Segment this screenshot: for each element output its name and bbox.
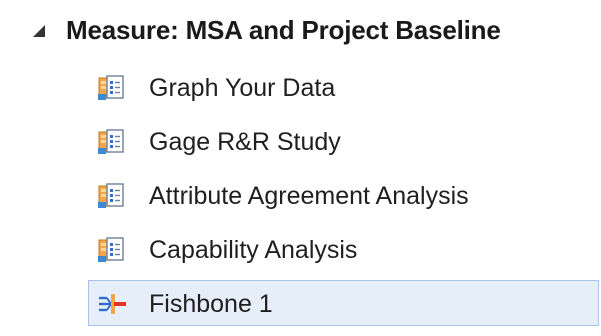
report-document-icon <box>98 237 124 262</box>
tree-item-gage-rr-study[interactable]: Gage R&R Study <box>90 118 580 164</box>
tree-item-label: Capability Analysis <box>149 236 358 264</box>
tree-group-measure[interactable]: Measure: MSA and Project Baseline <box>0 8 601 56</box>
expanded-triangle-icon[interactable] <box>32 24 46 38</box>
tree-item-capability-analysis[interactable]: Capability Analysis <box>90 226 580 272</box>
tree-group-title: Measure: MSA and Project Baseline <box>66 15 501 45</box>
tree-item-fishbone-1[interactable]: Fishbone 1 <box>88 280 599 326</box>
tree-item-graph-your-data[interactable]: Graph Your Data <box>90 64 580 110</box>
project-tree: Measure: MSA and Project Baseline Graph … <box>0 0 601 336</box>
tree-item-attribute-agreement-analysis[interactable]: Attribute Agreement Analysis <box>90 172 580 218</box>
report-document-icon <box>98 129 124 154</box>
fishbone-diagram-icon <box>99 294 126 314</box>
tree-item-label: Graph Your Data <box>149 74 336 102</box>
tree-item-label: Fishbone 1 <box>149 290 273 318</box>
report-document-icon <box>98 75 124 100</box>
tree-item-label: Attribute Agreement Analysis <box>149 182 469 210</box>
tree-item-label: Gage R&R Study <box>149 128 341 156</box>
report-document-icon <box>98 183 124 208</box>
